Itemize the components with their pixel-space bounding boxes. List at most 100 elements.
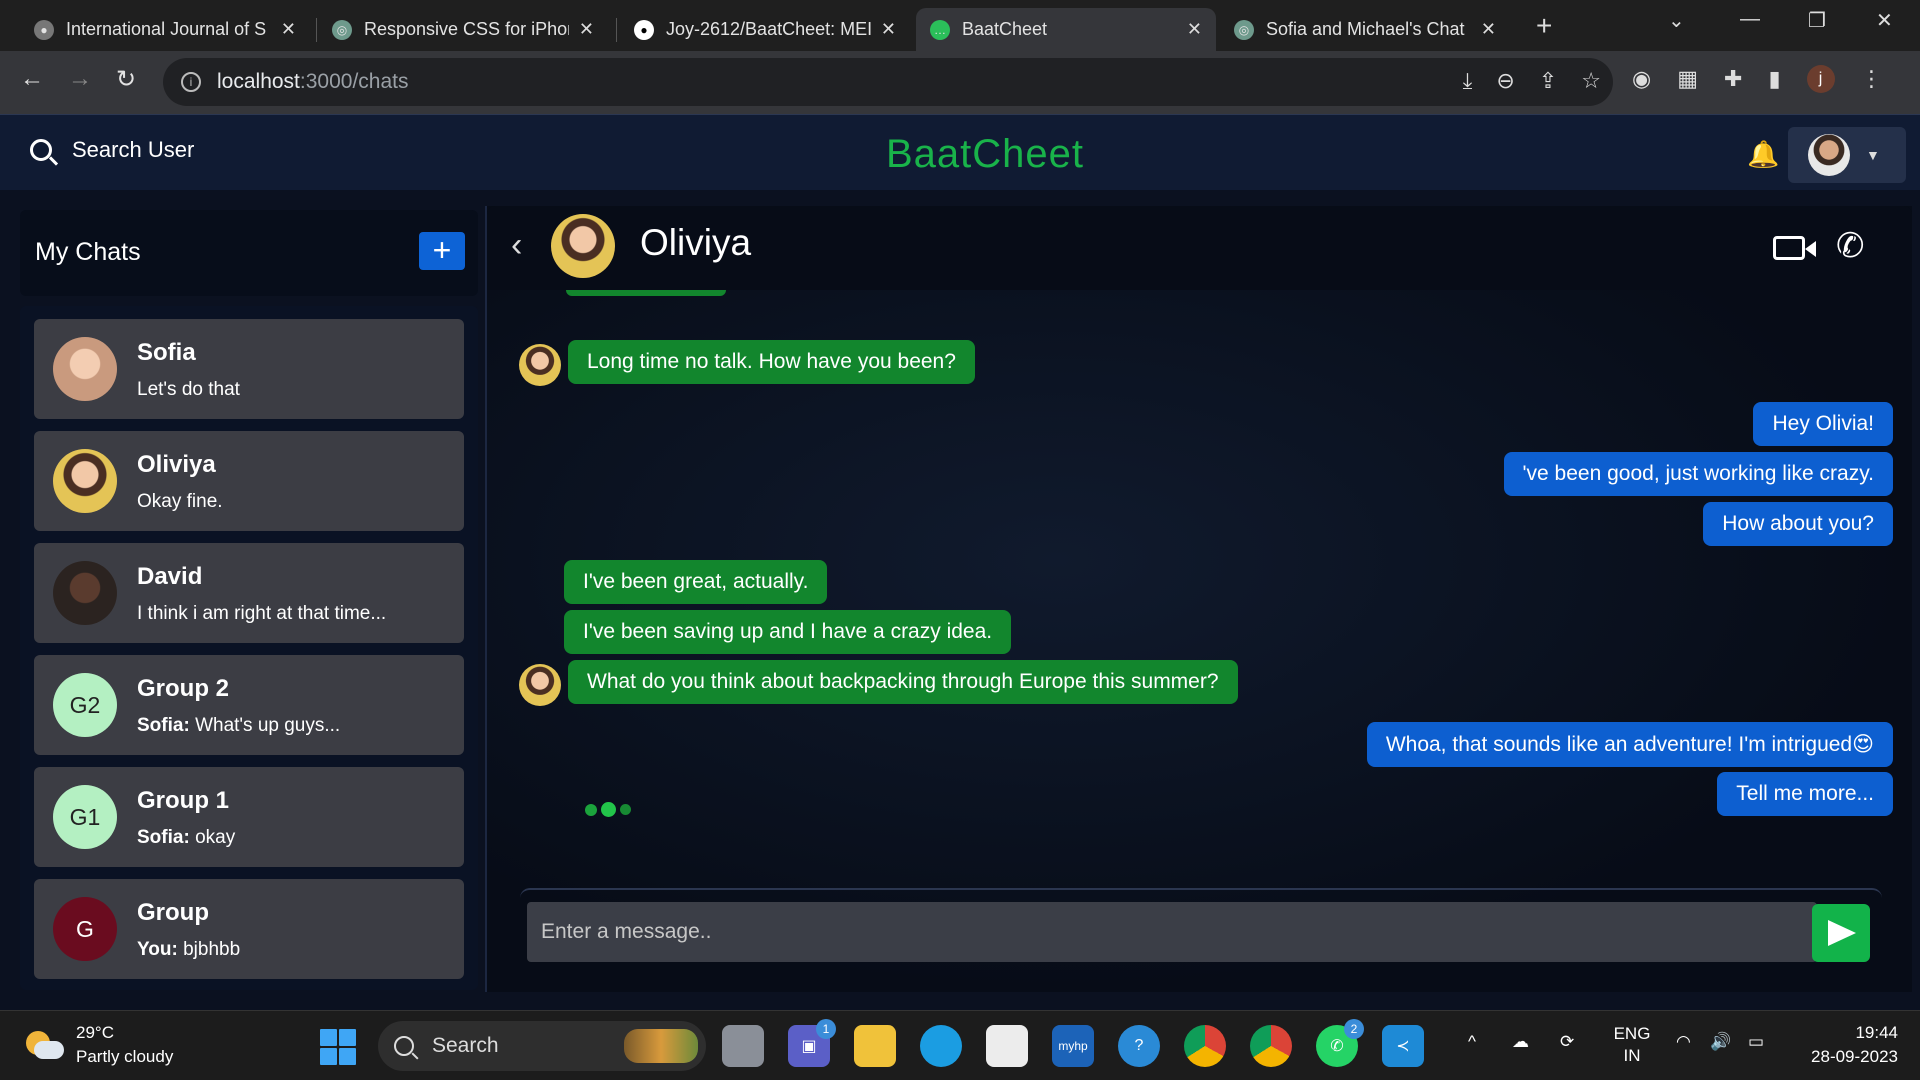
site-info-icon[interactable]: i (181, 72, 201, 92)
contact-avatar[interactable] (551, 214, 615, 278)
back-arrow-icon[interactable]: ← (20, 65, 44, 93)
restore-icon[interactable]: ❐ (1808, 8, 1826, 33)
window-close-icon[interactable]: ✕ (1876, 8, 1893, 33)
edge-icon[interactable] (920, 1025, 962, 1067)
share-icon[interactable]: ⇪ (1539, 68, 1557, 94)
chat-app-icon: … (930, 19, 950, 40)
temperature: 29°C (76, 1023, 114, 1042)
task-view-icon[interactable] (722, 1025, 764, 1067)
vscode-icon[interactable]: ≺ (1382, 1025, 1424, 1067)
volume-icon[interactable]: 🔊 (1710, 1031, 1731, 1053)
tab-title: Sofia and Michael's Chat (1266, 19, 1465, 39)
message-bubble-incoming: I've been great, actually. (564, 560, 828, 604)
tab-title: Joy-2612/BaatCheet: MEI (666, 19, 871, 39)
microsoft-store-icon[interactable] (986, 1025, 1028, 1067)
video-call-icon[interactable] (1773, 236, 1816, 260)
calculator-extension-icon[interactable]: ▦ (1677, 66, 1698, 92)
battery-icon[interactable]: ▭ (1748, 1031, 1764, 1053)
chat-name: Oliviya (137, 451, 216, 478)
close-icon[interactable]: ✕ (281, 19, 296, 40)
file-explorer-icon[interactable] (854, 1025, 896, 1067)
browser-tab-active[interactable]: … BaatCheet ✕ (916, 8, 1216, 51)
chat-list: Sofia Let's do that Oliviya Okay fine. D… (20, 306, 478, 990)
zoom-icon[interactable]: ⊖ (1496, 68, 1514, 94)
whatsapp-icon[interactable]: ✆ 2 (1316, 1019, 1364, 1067)
tab-title: International Journal of S (66, 19, 267, 39)
github-icon: ● (634, 19, 654, 40)
avatar: G2 (53, 673, 117, 737)
chat-item-group[interactable]: G Group You: bjbhbb (34, 879, 464, 979)
app-header: Search User BaatCheet 🔔 ▼ (0, 114, 1920, 190)
weather-widget[interactable]: 29°C Partly cloudy (24, 1021, 173, 1069)
profile-menu-button[interactable]: ▼ (1788, 127, 1906, 183)
message-bubble-outgoing: How about you? (1703, 502, 1893, 546)
message-input[interactable] (527, 902, 1817, 962)
help-icon[interactable]: ? (1118, 1025, 1160, 1067)
tab-search-icon[interactable]: ⌄ (1668, 8, 1685, 33)
wifi-icon[interactable]: ◠ (1676, 1031, 1691, 1053)
chat-item-group-1[interactable]: G1 Group 1 Sofia: okay (34, 767, 464, 867)
region-code: IN (1623, 1046, 1641, 1065)
chat-name: David (137, 563, 203, 590)
chat-item-oliviya[interactable]: Oliviya Okay fine. (34, 431, 464, 531)
new-tab-button[interactable]: + (1536, 10, 1552, 42)
contact-name: Oliviya (640, 222, 752, 263)
chat-item-group-2[interactable]: G2 Group 2 Sofia: What's up guys... (34, 655, 464, 755)
onedrive-cloud-icon[interactable]: ☁ (1512, 1031, 1529, 1053)
typing-dot (620, 804, 631, 815)
search-highlight-image (624, 1029, 698, 1063)
chatgpt-icon: ◎ (1234, 19, 1254, 40)
sync-icon[interactable]: ⟳ (1560, 1031, 1574, 1053)
notification-bell-icon[interactable]: 🔔 (1747, 139, 1779, 170)
send-button[interactable] (1812, 904, 1870, 962)
profile-avatar[interactable]: j (1806, 65, 1835, 93)
close-icon[interactable]: ✕ (1481, 19, 1496, 40)
windows-start-icon[interactable] (320, 1029, 356, 1065)
clock-time: 19:44 (1855, 1023, 1898, 1042)
my-chats-header: My Chats + (20, 210, 478, 296)
new-group-chat-button[interactable]: + (419, 232, 465, 270)
browser-tab-strip: ● International Journal of S ✕ ◎ Respons… (0, 0, 1920, 51)
address-bar[interactable]: i localhost:3000/chats ⤓ ⊖ ⇪ ☆ (163, 58, 1613, 106)
install-icon[interactable]: ⤓ (1463, 68, 1473, 94)
browser-toolbar: ← → ↻ i localhost:3000/chats ⤓ ⊖ ⇪ ☆ ◉ ▦… (0, 51, 1920, 114)
show-hidden-icons-chevron-icon[interactable]: ^ (1468, 1031, 1476, 1053)
side-panel-icon[interactable]: ▮ (1768, 66, 1780, 92)
extension-icon[interactable]: ◉ (1632, 66, 1651, 92)
sender-avatar (519, 344, 561, 386)
chrome-profile-icon[interactable] (1184, 1025, 1226, 1067)
my-chats-title: My Chats (35, 238, 141, 266)
chat-item-david[interactable]: David I think i am right at that time... (34, 543, 464, 643)
teams-icon[interactable]: ▣ 1 (788, 1019, 836, 1067)
chat-preview: I think i am right at that time... (137, 603, 387, 624)
chrome-active-icon[interactable] (1250, 1025, 1292, 1067)
url-path: :3000/chats (299, 70, 409, 93)
reload-icon[interactable]: ↻ (116, 65, 136, 94)
sender-avatar (519, 664, 561, 706)
forward-arrow-icon[interactable]: → (68, 65, 92, 93)
weather-condition: Partly cloudy (76, 1047, 174, 1066)
taskbar-search[interactable]: Search (378, 1021, 706, 1071)
close-icon[interactable]: ✕ (1187, 19, 1202, 40)
phone-call-icon[interactable]: ✆ (1836, 226, 1865, 266)
chat-name: Sofia (137, 339, 196, 366)
globe-icon: ● (34, 19, 54, 40)
back-chevron-icon[interactable]: ‹ (511, 226, 522, 265)
browser-tab[interactable]: ◎ Responsive CSS for iPhon ✕ (318, 8, 608, 51)
browser-tab[interactable]: ● Joy-2612/BaatCheet: MEI ✕ (620, 8, 910, 51)
bookmark-star-icon[interactable]: ☆ (1581, 68, 1601, 94)
minimize-icon[interactable]: — (1740, 8, 1760, 31)
system-clock[interactable]: 19:44 28-09-2023 (1788, 1021, 1898, 1069)
close-icon[interactable]: ✕ (881, 19, 896, 40)
puzzle-extensions-icon[interactable]: ✚ (1724, 66, 1742, 92)
chat-item-sofia[interactable]: Sofia Let's do that (34, 319, 464, 419)
chat-header: ‹ Oliviya ✆ (487, 206, 1912, 290)
close-icon[interactable]: ✕ (579, 19, 594, 40)
browser-tab[interactable]: ● International Journal of S ✕ (20, 8, 310, 51)
myhp-icon[interactable]: myhp (1052, 1025, 1094, 1067)
chat-name: Group 1 (137, 787, 230, 814)
browser-tab[interactable]: ◎ Sofia and Michael's Chat ✕ (1220, 8, 1510, 51)
language-indicator[interactable]: ENG IN (1610, 1023, 1654, 1067)
message-bubble-clipped (566, 290, 726, 296)
browser-menu-icon[interactable]: ⋮ (1861, 66, 1883, 92)
